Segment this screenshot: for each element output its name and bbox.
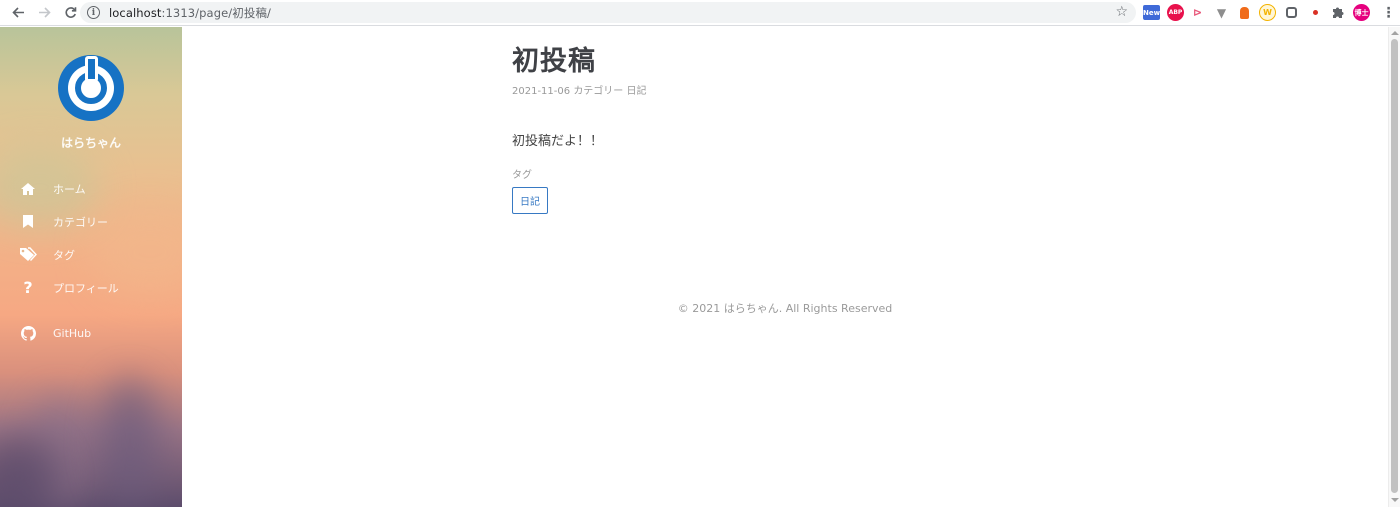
new-extension-icon[interactable]: New [1143,5,1160,20]
scroll-up-arrow[interactable] [1391,31,1399,35]
adblock-icon-label: ABP [1168,9,1183,16]
menu-label: プロフィール [53,281,119,295]
menu-label: ホーム [53,182,86,196]
tag-button[interactable]: 日記 [512,187,548,214]
menu-item-profile[interactable]: ? プロフィール [0,271,182,304]
avatar[interactable] [58,55,124,121]
url-text[interactable]: localhost:1313/page/初投稿/ [109,5,271,21]
browser-menu-button[interactable]: ⋮ [1380,4,1397,21]
browser-toolbar: i localhost:1313/page/初投稿/ ☆ New ABP ⊳ ▼ W 博士… [0,0,1400,26]
new-extension-icon-label: New [1142,8,1161,17]
more-vert-icon: ⋮ [1381,4,1396,21]
puzzle-icon[interactable] [1329,4,1346,21]
address-bar[interactable]: i localhost:1313/page/初投稿/ ☆ [80,2,1136,23]
tags-label: タグ [512,170,532,181]
sidebar: はらちゃん ホーム カテゴリー タグ ? プロフィール GitHub [0,27,182,507]
page-title: 初投稿 [512,46,596,77]
scrollbar[interactable] [1388,27,1400,507]
question-icon: ? [23,278,33,297]
site-name[interactable]: はらちゃん [0,134,182,151]
bookmark-icon [19,214,37,230]
tag-list: 日記 [512,181,1112,214]
cast-extension-icon[interactable]: ⊳ [1189,4,1206,21]
forward-button[interactable] [32,1,56,25]
footer: © 2021 はらちゃん. All Rights Reserved [677,302,893,315]
tags-icon [19,247,37,263]
info-icon[interactable]: i [87,6,100,19]
github-icon [19,326,37,342]
power-logo-icon [68,56,114,111]
vivaldi-extension-icon[interactable]: ▼ [1213,4,1230,21]
category-link[interactable]: 日記 [627,86,647,97]
arrow-right-icon [38,7,51,18]
menu-item-home[interactable]: ホーム [0,172,182,205]
adblock-icon[interactable]: ABP [1167,4,1184,21]
w-extension-icon[interactable]: W [1259,4,1276,21]
bookmark-star-icon[interactable]: ☆ [1115,4,1128,20]
menu-item-category[interactable]: カテゴリー [0,205,182,238]
reload-icon [64,7,76,18]
reload-button[interactable] [58,1,82,25]
profile-avatar-label: 博士 [1354,8,1369,17]
box-extension-icon[interactable] [1283,4,1300,21]
category-label: カテゴリー [573,86,624,97]
main-content: 初投稿 2021-11-06 カテゴリー 日記 初投稿だよ！！ タグ 日記 © … [182,27,1388,507]
arrow-left-icon [11,7,24,18]
menu-item-tag[interactable]: タグ [0,238,182,271]
w-extension-icon-label: W [1263,8,1272,17]
back-button[interactable] [6,1,30,25]
scroll-thumb[interactable] [1391,39,1398,493]
scroll-down-arrow[interactable] [1391,498,1399,502]
article: 初投稿 2021-11-06 カテゴリー 日記 初投稿だよ！！ タグ 日記 [512,39,1112,214]
home-icon [19,181,37,197]
sidebar-menu: ホーム カテゴリー タグ ? プロフィール GitHub [0,172,182,350]
menu-label: カテゴリー [53,215,108,229]
article-body: 初投稿だよ！！ [512,134,604,149]
fire-extension-icon[interactable] [1236,4,1253,21]
article-meta: 2021-11-06 カテゴリー 日記 [512,82,1112,97]
menu-item-github[interactable]: GitHub [0,317,182,350]
menu-label: タグ [53,248,75,262]
profile-avatar[interactable]: 博士 [1353,4,1370,21]
post-date: 2021-11-06 [512,86,571,97]
menu-label: GitHub [53,327,92,340]
dot-extension-icon[interactable] [1307,4,1324,21]
